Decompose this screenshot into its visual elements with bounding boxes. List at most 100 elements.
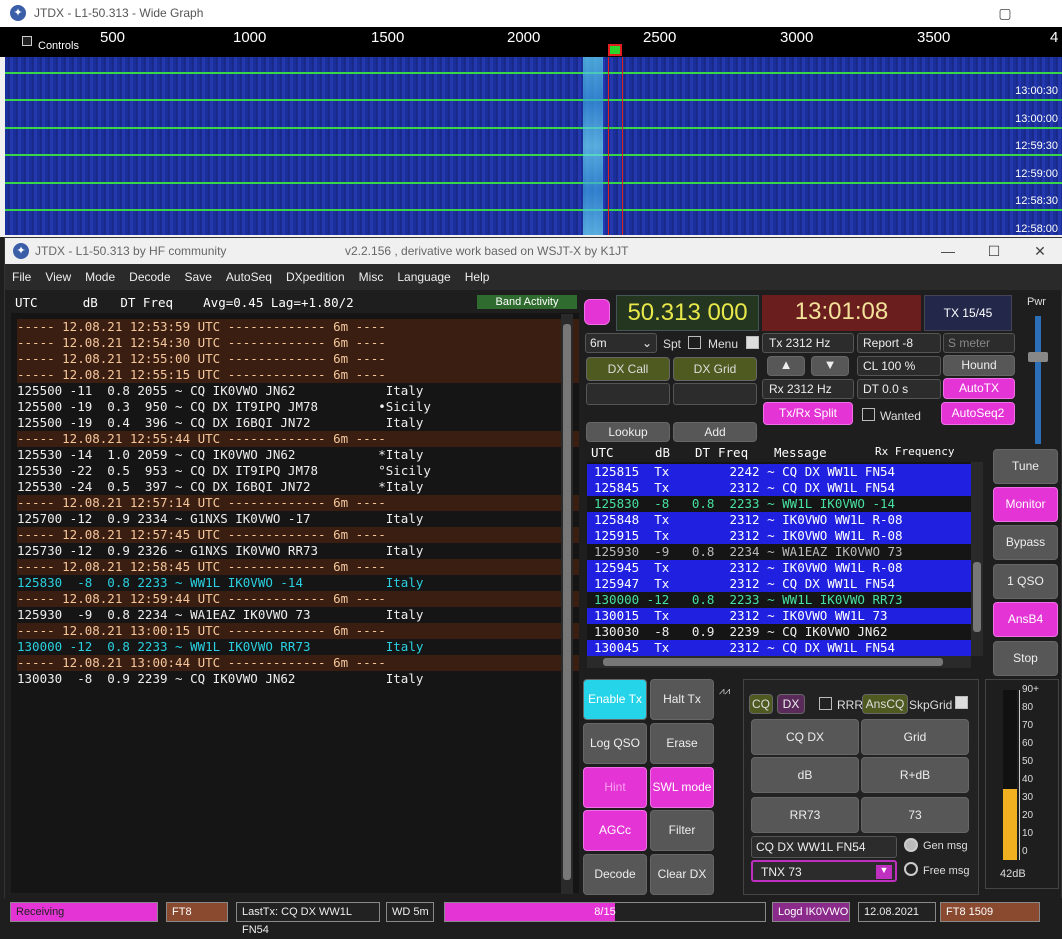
period-separator[interactable]: ----- 12.08.21 12:55:44 UTC ------------…: [17, 431, 579, 447]
bypass-button[interactable]: Bypass: [993, 525, 1058, 560]
spt-checkbox[interactable]: [688, 336, 701, 349]
report-spinbox[interactable]: Report -8: [857, 333, 941, 353]
waterfall[interactable]: 13:00:30 13:00:00 12:59:30 12:59:00 12:5…: [5, 57, 1062, 235]
menu-mode[interactable]: Mode: [78, 264, 122, 284]
decode-row[interactable]: 130000 -12 0.8 2233 ~ WW1L IK0VWO RR73 I…: [17, 639, 579, 655]
menu-autoseq[interactable]: AutoSeq: [219, 264, 279, 284]
gen-msg-radio[interactable]: [904, 838, 918, 852]
period-separator[interactable]: ----- 12.08.21 12:55:15 UTC ------------…: [17, 367, 579, 383]
tx-message-input[interactable]: CQ DX WW1L FN54: [751, 836, 897, 858]
agcc-button[interactable]: AGCc: [583, 810, 647, 851]
tune-button[interactable]: Tune: [993, 449, 1058, 484]
qso-row[interactable]: 130000 -12 0.8 2233 ~ WW1L IK0VWO RR73: [587, 592, 971, 608]
anscq-toggle[interactable]: AnsCQ: [862, 694, 908, 714]
menu-decode[interactable]: Decode: [122, 264, 177, 284]
lookup-button[interactable]: Lookup: [586, 422, 670, 442]
period-separator[interactable]: ----- 12.08.21 13:00:44 UTC ------------…: [17, 655, 579, 671]
rx-freq-spinbox[interactable]: Rx 2312 Hz: [762, 379, 854, 399]
period-separator[interactable]: ----- 12.08.21 12:57:14 UTC ------------…: [17, 495, 579, 511]
r-db-button[interactable]: R+dB: [861, 757, 969, 793]
rr73-button[interactable]: RR73: [751, 797, 859, 833]
period-separator[interactable]: ----- 12.08.21 13:00:15 UTC ------------…: [17, 623, 579, 639]
qso-row[interactable]: 125947 Tx 2312 ~ CQ DX WW1L FN54: [587, 576, 971, 592]
decode-row[interactable]: 125530 -14 1.0 2059 ~ CQ IK0VWO JN62 *It…: [17, 447, 579, 463]
qso-scrollbar[interactable]: [971, 462, 983, 656]
tx-marker[interactable]: [608, 44, 622, 56]
period-separator[interactable]: ----- 12.08.21 12:54:30 UTC ------------…: [17, 335, 579, 351]
qso-row[interactable]: 125930 -9 0.8 2234 ~ WA1EAZ IK0VWO 73: [587, 544, 971, 560]
minimize-icon[interactable]: —: [933, 241, 963, 261]
decode-row[interactable]: 125530 -24 0.5 397 ~ CQ DX I6BQI JN72 *I…: [17, 479, 579, 495]
hint-button[interactable]: Hint: [583, 767, 647, 808]
qso-row[interactable]: 125915 Tx 2312 ~ IK0VWO WW1L R-08: [587, 528, 971, 544]
autoseq2-button[interactable]: AutoSeq2: [941, 402, 1015, 425]
one-qso-button[interactable]: 1 QSO: [993, 564, 1058, 599]
close-icon[interactable]: ✕: [1025, 241, 1055, 261]
smeter-field[interactable]: S meter: [943, 333, 1015, 353]
menu-misc[interactable]: Misc: [352, 264, 391, 284]
wanted-checkbox[interactable]: [862, 408, 875, 421]
menu-file[interactable]: File: [5, 264, 38, 284]
dx-grid-input[interactable]: [673, 383, 757, 405]
pwr-slider-handle[interactable]: [1028, 352, 1048, 362]
decode-row[interactable]: 125700 -12 0.9 2334 ~ G1NXS IK0VWO -17 I…: [17, 511, 579, 527]
frequency-scale[interactable]: Controls 500 1000 1500 2000 2500 3000 35…: [0, 27, 1062, 57]
period-separator[interactable]: ----- 12.08.21 12:53:59 UTC ------------…: [17, 319, 579, 335]
qso-row[interactable]: 125815 Tx 2242 ~ CQ DX WW1L FN54: [587, 464, 971, 480]
enable-tx-button[interactable]: Enable Tx: [583, 679, 647, 720]
cq-toggle[interactable]: CQ: [749, 694, 773, 714]
stop-button[interactable]: Stop: [993, 641, 1058, 676]
qso-row[interactable]: 125830 -8 0.8 2233 ~ WW1L IK0VWO -14: [587, 496, 971, 512]
seventy-three-button[interactable]: 73: [861, 797, 969, 833]
qso-row[interactable]: 130030 -8 0.9 2239 ~ CQ IK0VWO JN62: [587, 624, 971, 640]
period-separator[interactable]: ----- 12.08.21 12:57:45 UTC ------------…: [17, 527, 579, 543]
band-activity-scrollbar[interactable]: [561, 314, 573, 894]
dx-call-input[interactable]: [586, 383, 670, 405]
dx-grid-button[interactable]: DX Grid: [673, 357, 757, 381]
menu-view[interactable]: View: [38, 264, 78, 284]
scrollbar-thumb[interactable]: [563, 324, 571, 880]
decode-button[interactable]: Decode: [583, 854, 647, 895]
hound-button[interactable]: Hound: [943, 355, 1015, 376]
qso-hscrollbar[interactable]: [587, 656, 971, 668]
swl-mode-button[interactable]: SWL mode: [650, 767, 714, 808]
qso-row[interactable]: 130015 Tx 2312 ~ IK0VWO WW1L 73: [587, 608, 971, 624]
add-button[interactable]: Add: [673, 422, 757, 442]
rx-frequency-list[interactable]: 125815 Tx 2242 ~ CQ DX WW1L FN54 125845 T…: [587, 462, 971, 656]
decode-row[interactable]: 125530 -22 0.5 953 ~ CQ DX IT9IPQ JM78 °…: [17, 463, 579, 479]
controls-checkbox[interactable]: [22, 36, 32, 46]
free-msg-combo[interactable]: TNX 73 ▼: [751, 860, 897, 882]
period-separator[interactable]: ----- 12.08.21 12:55:00 UTC ------------…: [17, 351, 579, 367]
txrx-split-button[interactable]: Tx/Rx Split: [763, 402, 853, 425]
dt-spinbox[interactable]: DT 0.0 s: [857, 379, 941, 399]
skpgrid-checkbox[interactable]: [955, 696, 968, 709]
menu-dxpedition[interactable]: DXpedition: [279, 264, 352, 284]
grid-button[interactable]: Grid: [861, 719, 969, 755]
up-arrow-button[interactable]: ▲: [767, 356, 805, 376]
tx-freq-spinbox[interactable]: Tx 2312 Hz: [762, 333, 854, 353]
minimize-icon[interactable]: ▢: [990, 3, 1020, 23]
menu-checkbox[interactable]: [746, 336, 759, 349]
band-select[interactable]: 6m ⌄: [585, 333, 657, 353]
qso-row[interactable]: 125848 Tx 2312 ~ IK0VWO WW1L R-08: [587, 512, 971, 528]
decode-row[interactable]: 125830 -8 0.8 2233 ~ WW1L IK0VWO -14 Ita…: [17, 575, 579, 591]
menu-language[interactable]: Language: [390, 264, 457, 284]
period-separator[interactable]: ----- 12.08.21 12:58:45 UTC ------------…: [17, 559, 579, 575]
monitor-button[interactable]: Monitor: [993, 487, 1058, 522]
period-separator[interactable]: ----- 12.08.21 12:59:44 UTC ------------…: [17, 591, 579, 607]
erase-button[interactable]: Erase: [650, 723, 714, 764]
cq-dx-button[interactable]: CQ DX: [751, 719, 859, 755]
halt-tx-button[interactable]: Halt Tx: [650, 679, 714, 720]
qso-row[interactable]: 130045 Tx 2312 ~ CQ DX WW1L FN54: [587, 640, 971, 656]
qso-row[interactable]: 125845 Tx 2312 ~ CQ DX WW1L FN54: [587, 480, 971, 496]
ansb4-button[interactable]: AnsB4: [993, 602, 1058, 637]
down-arrow-button[interactable]: ▼: [811, 356, 849, 376]
menu-save[interactable]: Save: [178, 264, 219, 284]
maximize-icon[interactable]: ☐: [979, 241, 1009, 261]
band-activity-list[interactable]: ----- 12.08.21 12:53:59 UTC ------------…: [11, 313, 579, 893]
dx-call-button[interactable]: DX Call: [586, 357, 670, 381]
hscrollbar-thumb[interactable]: [603, 658, 943, 666]
scrollbar-thumb[interactable]: [973, 562, 981, 632]
autotx-button[interactable]: AutoTX: [943, 378, 1015, 399]
pwr-slider[interactable]: [1035, 316, 1041, 444]
